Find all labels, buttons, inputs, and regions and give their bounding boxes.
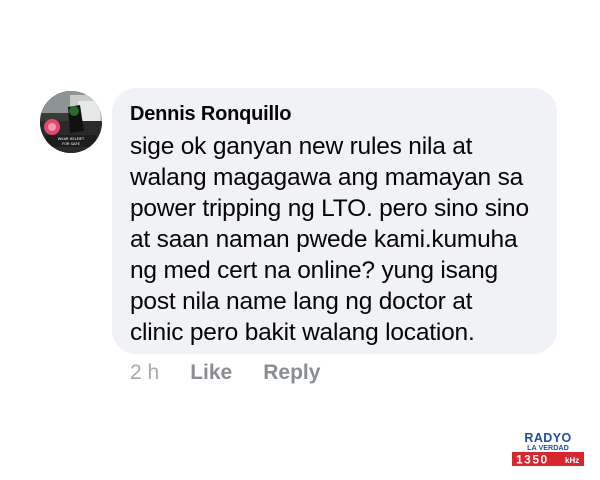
avatar[interactable]: WEAR HELMET FOR SAFE: [40, 91, 102, 153]
comment-text-line: walang magagawa ang mamayan sa: [130, 164, 524, 191]
comment-bubble: Dennis Ronquillo sige ok ganyan new rule…: [112, 88, 557, 354]
comment-text-line: power tripping ng LTO. pero sino sino: [130, 195, 529, 222]
comment-text-line: clinic pero bakit walang location.: [130, 319, 475, 346]
reply-button[interactable]: Reply: [263, 360, 320, 386]
comment-timestamp[interactable]: 2 h: [130, 360, 159, 386]
comment-text: sige ok ganyan new rules nila at walang …: [130, 131, 539, 348]
radyo-la-verdad-logo-image: RADYO LA VERDAD 1350 kHz: [512, 431, 584, 467]
comment-text-line: ng med cert na online? yung isang: [130, 257, 498, 284]
like-button[interactable]: Like: [190, 360, 232, 386]
comment-text-line: sige ok ganyan new rules nila at: [130, 133, 473, 160]
comment-author[interactable]: Dennis Ronquillo: [130, 101, 539, 127]
logo-line2: LA VERDAD: [527, 443, 569, 452]
comment-actions: 2 h Like Reply: [130, 360, 351, 386]
logo-frequency: 1350: [516, 453, 549, 467]
comment-text-line: post nila name lang ng doctor at: [130, 288, 473, 315]
logo-unit: kHz: [565, 456, 579, 465]
comment-text-line: at saan naman pwede kami.kumuha: [130, 226, 518, 253]
radyo-la-verdad-logo: RADYO LA VERDAD 1350 kHz: [512, 431, 584, 467]
avatar-image: WEAR HELMET FOR SAFE: [40, 91, 102, 153]
svg-text:FOR SAFE: FOR SAFE: [62, 142, 80, 146]
avatar-caption: WEAR HELMET: [58, 137, 85, 141]
